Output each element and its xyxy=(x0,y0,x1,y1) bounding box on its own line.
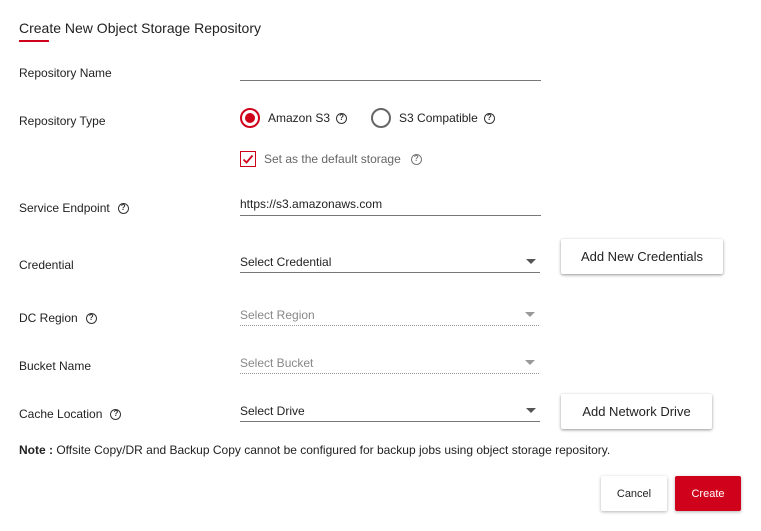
cache-location-select[interactable]: Select Drive xyxy=(240,402,540,422)
repository-name-input[interactable] xyxy=(240,62,541,81)
default-storage-label: Set as the default storage xyxy=(264,152,401,166)
radio-s3-compatible-label: S3 Compatible xyxy=(399,111,478,125)
bucket-name-label-text: Bucket Name xyxy=(19,359,92,373)
help-circle-icon[interactable]: ? xyxy=(336,112,348,124)
service-endpoint-label: Service Endpoint ? xyxy=(19,201,129,215)
repository-type-label-text: Repository Type xyxy=(19,114,106,128)
credential-select[interactable]: Select Credential xyxy=(240,253,540,273)
bucket-name-select[interactable]: Select Bucket xyxy=(240,354,539,374)
add-network-drive-button[interactable]: Add Network Drive xyxy=(561,394,712,429)
default-storage-row: Set as the default storage ? xyxy=(240,151,422,167)
cache-location-select-value: Select Drive xyxy=(240,404,305,418)
service-endpoint-label-text: Service Endpoint xyxy=(19,201,110,215)
title-underline xyxy=(19,40,49,42)
credential-label: Credential xyxy=(19,258,74,272)
cache-location-label-text: Cache Location xyxy=(19,407,103,421)
radio-s3-compatible[interactable]: S3 Compatible ? xyxy=(371,108,495,128)
dc-region-label: DC Region ? xyxy=(19,311,97,325)
radio-amazon-s3-control[interactable] xyxy=(240,108,260,128)
repository-name-label-text: Repository Name xyxy=(19,66,112,80)
service-endpoint-input[interactable]: https://s3.amazonaws.com xyxy=(240,197,541,216)
dc-region-label-text: DC Region xyxy=(19,311,78,325)
caret-down-icon xyxy=(526,408,536,413)
help-circle-icon[interactable]: ? xyxy=(410,153,422,165)
note-body: Offsite Copy/DR and Backup Copy cannot b… xyxy=(53,443,611,457)
note-prefix: Note : xyxy=(19,443,53,457)
caret-down-icon xyxy=(526,259,536,264)
repository-name-label: Repository Name xyxy=(19,66,112,80)
radio-amazon-s3-label: Amazon S3 xyxy=(268,111,331,125)
radio-amazon-s3[interactable]: Amazon S3 ? xyxy=(240,108,348,128)
help-circle-icon[interactable]: ? xyxy=(85,312,97,324)
bucket-name-label: Bucket Name xyxy=(19,359,91,373)
note-text: Note : Offsite Copy/DR and Backup Copy c… xyxy=(19,443,610,457)
help-circle-icon[interactable]: ? xyxy=(483,112,495,124)
add-new-credentials-button[interactable]: Add New Credentials xyxy=(561,239,723,274)
bucket-name-select-value: Select Bucket xyxy=(240,356,314,370)
cancel-button[interactable]: Cancel xyxy=(601,476,667,511)
caret-down-icon xyxy=(525,312,535,317)
radio-s3-compatible-control[interactable] xyxy=(371,108,392,128)
create-button[interactable]: Create xyxy=(675,476,741,511)
dc-region-select[interactable]: Select Region xyxy=(240,306,539,326)
cache-location-label: Cache Location ? xyxy=(19,407,122,421)
credential-label-text: Credential xyxy=(19,258,74,272)
repository-type-label: Repository Type xyxy=(19,114,106,128)
default-storage-checkbox[interactable] xyxy=(240,151,256,167)
dc-region-select-value: Select Region xyxy=(240,308,315,322)
page-title: Create New Object Storage Repository xyxy=(19,20,261,36)
repository-type-radio-group: Amazon S3 ? S3 Compatible ? xyxy=(240,108,519,128)
help-circle-icon[interactable]: ? xyxy=(117,202,129,214)
caret-down-icon xyxy=(525,360,535,365)
check-icon xyxy=(242,154,254,164)
help-circle-icon[interactable]: ? xyxy=(110,408,122,420)
credential-select-value: Select Credential xyxy=(240,255,332,269)
